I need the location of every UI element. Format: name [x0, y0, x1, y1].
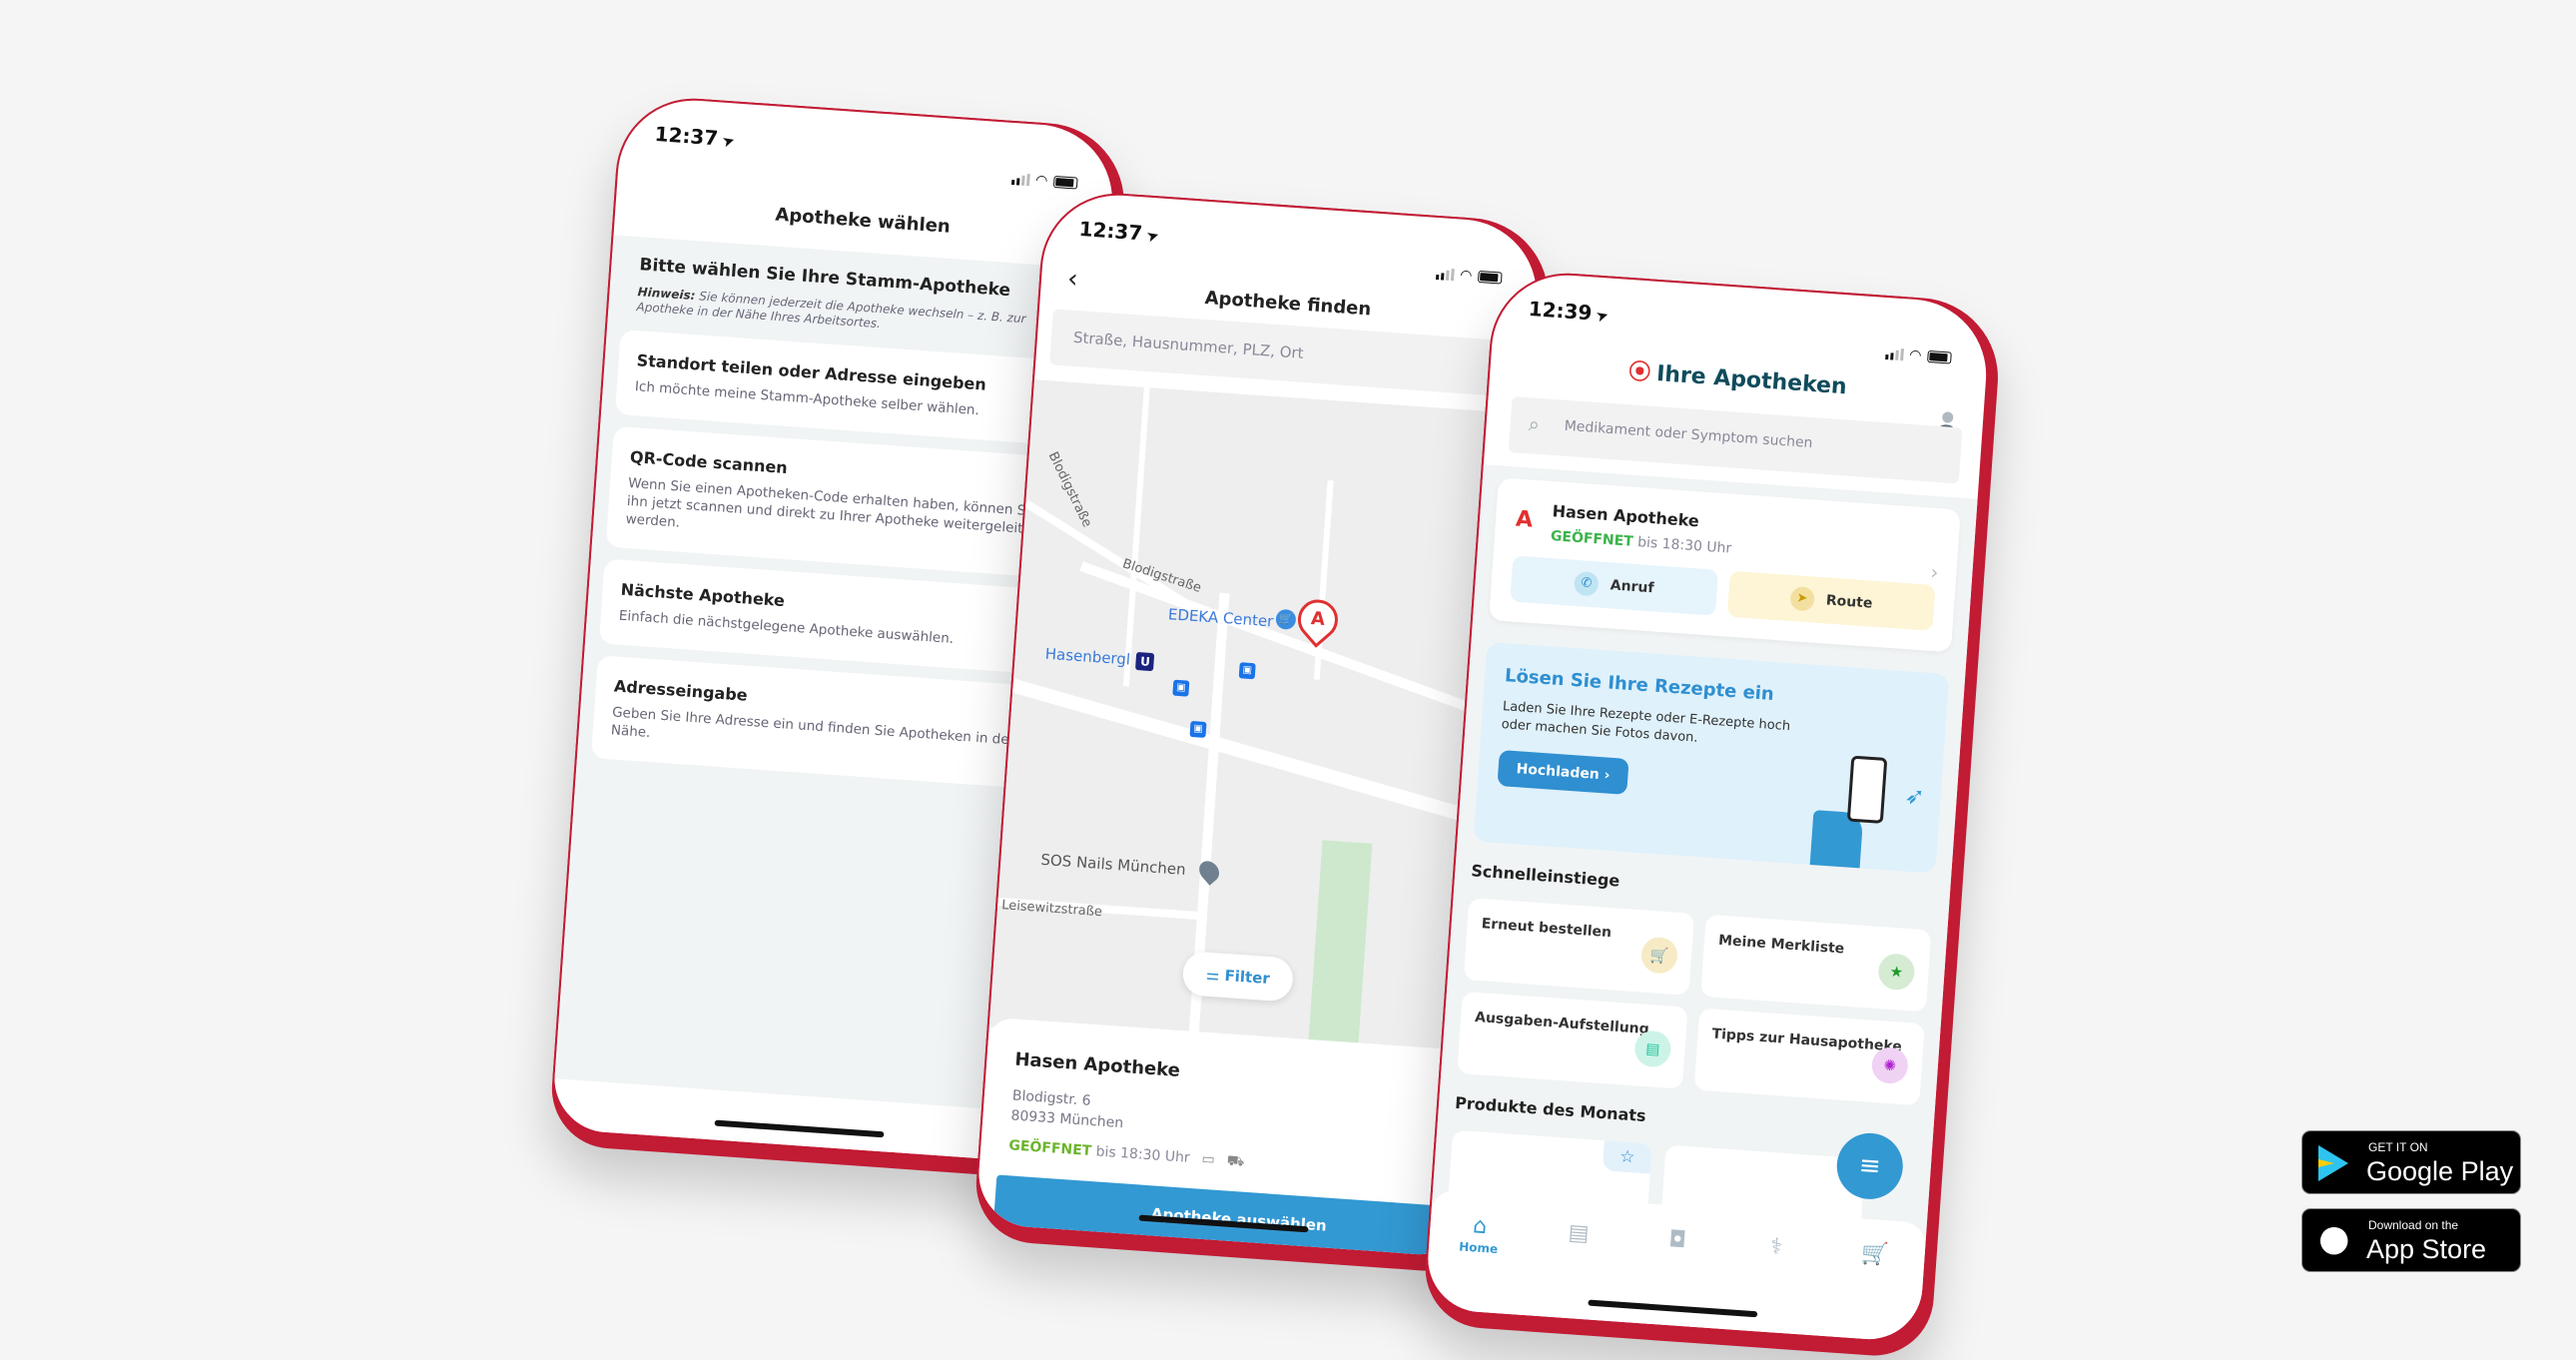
status-time: 12:37 — [1077, 216, 1144, 246]
tab-health[interactable]: ⚕ — [1740, 1232, 1807, 1334]
battery-icon — [1052, 175, 1078, 190]
google-play-badge[interactable]: GET IT ON Google Play — [2301, 1130, 2521, 1194]
phone-upload-illustration: ➶ — [1809, 745, 1928, 872]
logo-pin-icon: ⦿ — [1627, 359, 1652, 386]
credit-card-icon: ▭ — [1200, 1150, 1216, 1168]
tab-cart[interactable]: 🛒 — [1839, 1239, 1906, 1341]
bus-stop-icon[interactable]: ▣ — [1238, 662, 1256, 680]
lightbulb-icon: ✺ — [1870, 1045, 1910, 1085]
upload-button[interactable]: Hochladen › — [1497, 749, 1629, 795]
prescription-promo: Lösen Sie Ihre Rezepte ein Laden Sie Ihr… — [1473, 641, 1950, 874]
bus-stop-icon[interactable]: ▣ — [1189, 720, 1207, 738]
option-address[interactable]: Adresseingabe Geben Sie Ihre Adresse ein… — [590, 655, 1064, 791]
open-status: GEÖFFNET — [1550, 528, 1634, 550]
location-arrow-icon: ➤ — [719, 130, 737, 152]
screen: 12:39➤ ◠ ⦿ Ihre Apotheken ⌕ Medikament ode… — [1422, 268, 1994, 1345]
wifi-icon: ◠ — [1908, 346, 1923, 364]
battery-icon — [1927, 349, 1952, 364]
status-time: 12:39 — [1528, 296, 1594, 326]
paper-plane-icon: ➶ — [1903, 781, 1926, 811]
status-bar: 12:37➤ ◠ — [618, 96, 1117, 210]
ubahn-icon: U — [1135, 651, 1155, 672]
cart-icon: 🛒 — [1860, 1240, 1890, 1268]
pharmacy-card[interactable]: A Hasen Apotheke GEÖFFNET bis 18:30 Uhr … — [1488, 477, 1961, 653]
wifi-icon: ◠ — [1459, 267, 1473, 285]
search-icon: ⌕ — [1527, 411, 1541, 436]
apple-icon: ● — [2318, 1218, 2350, 1259]
park-area — [1307, 840, 1373, 1053]
quick-tips[interactable]: Tipps zur Hausapotheke ✺ — [1693, 1008, 1925, 1106]
location-arrow-icon: ➤ — [1143, 225, 1161, 247]
quick-wishlist[interactable]: Meine Merkliste ★ — [1700, 914, 1932, 1013]
location-arrow-icon: ➤ — [1593, 305, 1611, 327]
star-icon: ★ — [1877, 953, 1916, 992]
open-until: bis 18:30 Uhr — [1636, 534, 1732, 557]
app-store-badge[interactable]: ● Download on the App Store — [2301, 1208, 2521, 1272]
phone-home: 12:39➤ ◠ ⦿ Ihre Apotheken ⌕ Medikament ode… — [1421, 268, 2004, 1360]
poi-sos-nails[interactable]: SOS Nails München — [1040, 851, 1186, 879]
quick-reorder[interactable]: Erneut bestellen 🛒 — [1463, 898, 1694, 996]
filter-button[interactable]: ⚌ Filter — [1181, 951, 1295, 1003]
google-play-icon — [2318, 1145, 2348, 1181]
select-pharmacy-button[interactable]: Apotheke auswählen — [992, 1174, 1486, 1260]
street-label: Leisewitzstraße — [1000, 898, 1103, 921]
phone-icon: ✆ — [1574, 570, 1600, 597]
option-qr-code[interactable]: QR-Code scannen Wenn Sie einen Apotheken… — [605, 425, 1081, 580]
pharmacy-logo-icon: A — [1515, 506, 1534, 533]
shopping-cart-pin-icon[interactable]: 🛒 — [1275, 608, 1297, 630]
wifi-icon: ◠ — [1034, 172, 1048, 190]
status-time: 12:37 — [653, 121, 720, 151]
shopping-bag-icon: ◘ — [1667, 1227, 1687, 1254]
signal-icon — [1435, 268, 1455, 282]
clipboard-list-icon: ▤ — [1567, 1219, 1591, 1247]
signal-icon — [1010, 173, 1030, 187]
stethoscope-icon: ⚕ — [1769, 1234, 1783, 1260]
quick-access-grid: Erneut bestellen 🛒 Meine Merkliste ★ Ausga… — [1457, 898, 1932, 1106]
poi-edeka[interactable]: EDEKA Center — [1167, 605, 1274, 630]
favorite-star-icon[interactable]: ☆ — [1602, 1140, 1652, 1174]
marketing-stage: 12:37➤ ◠ Apotheke wählen Bitte wählen Si… — [0, 0, 2576, 1360]
chevron-right-icon[interactable]: › — [1930, 560, 1940, 584]
tab-home[interactable]: ⌂ Home — [1444, 1212, 1511, 1314]
bus-stop-icon[interactable]: ▣ — [1172, 679, 1190, 697]
call-button[interactable]: ✆ Anruf — [1510, 555, 1719, 616]
sliders-icon: ⚌ — [1205, 965, 1226, 985]
option-nearest[interactable]: Nächste Apotheke Einfach die nächstgeleg… — [598, 558, 1071, 676]
open-status: GEÖFFNET — [1007, 1137, 1092, 1160]
navigation-arrow-icon: ➤ — [1789, 585, 1815, 612]
quick-expenses[interactable]: Ausgaben-Aufstellung ▤ — [1457, 991, 1688, 1089]
home-icon: ⌂ — [1472, 1213, 1489, 1240]
route-button[interactable]: ➤ Route — [1726, 570, 1936, 631]
cart-icon: 🛒 — [1639, 936, 1679, 975]
promo-text: Laden Sie Ihre Rezepte oder E-Rezepte ho… — [1501, 699, 1791, 746]
poi-hasenbergl[interactable]: Hasenbergl U — [1044, 645, 1155, 672]
open-until: bis 18:30 Uhr — [1095, 1143, 1191, 1166]
delivery-truck-icon: ⛟ — [1226, 1152, 1245, 1170]
clipboard-icon: ▤ — [1633, 1029, 1672, 1068]
signal-icon — [1884, 347, 1904, 361]
